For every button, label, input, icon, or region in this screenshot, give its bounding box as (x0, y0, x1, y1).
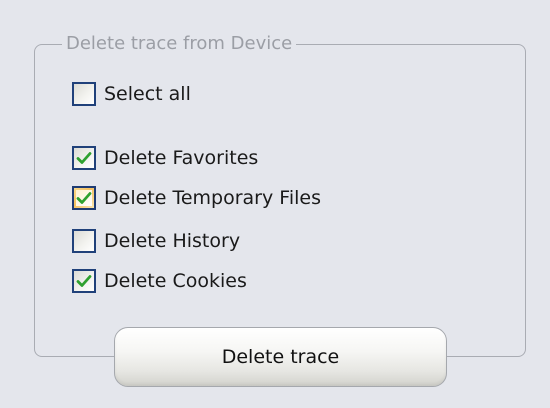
delete-trace-button[interactable]: Delete trace (114, 327, 447, 387)
groupbox-title: Delete trace from Device (62, 33, 297, 55)
delete-history-checkbox[interactable]: Delete History (72, 227, 240, 255)
checkbox-label: Delete Temporary Files (104, 187, 321, 209)
checkbox-box[interactable] (72, 82, 96, 106)
dialog-panel: Delete trace from Device Select all Dele… (0, 0, 550, 408)
checkbox-label: Delete Favorites (104, 147, 259, 169)
checkmark-icon (76, 152, 92, 164)
delete-temporary-files-checkbox[interactable]: Delete Temporary Files (72, 184, 321, 212)
select-all-checkbox[interactable]: Select all (72, 80, 191, 108)
checkbox-label: Select all (104, 83, 191, 105)
checkbox-inner (76, 233, 92, 249)
checkbox-label: Delete Cookies (104, 270, 247, 292)
checkbox-box[interactable] (72, 269, 96, 293)
checkbox-inner (76, 273, 92, 289)
checkmark-icon (76, 192, 92, 204)
checkmark-icon (76, 275, 92, 287)
checkbox-inner (76, 190, 92, 206)
checkbox-label: Delete History (104, 230, 241, 252)
checkbox-inner (76, 86, 92, 102)
checkbox-box[interactable] (72, 146, 96, 170)
checkbox-box[interactable] (72, 229, 96, 253)
checkbox-inner (76, 150, 92, 166)
checkbox-box[interactable] (72, 186, 96, 210)
delete-favorites-checkbox[interactable]: Delete Favorites (72, 144, 258, 172)
delete-cookies-checkbox[interactable]: Delete Cookies (72, 267, 247, 295)
